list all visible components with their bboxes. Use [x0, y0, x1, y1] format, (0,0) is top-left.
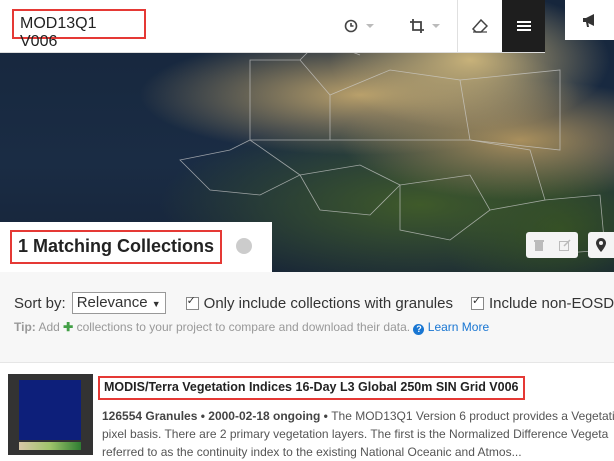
collection-result-item[interactable]: MODIS/Terra Vegetation Indices 16-Day L3… [0, 363, 614, 459]
map-marker-icon [596, 238, 606, 252]
clock-icon [344, 19, 358, 33]
eraser-icon [472, 19, 488, 33]
hamburger-menu-icon [516, 21, 531, 31]
tip-text-before: Add [38, 320, 60, 334]
toolbar-separator [457, 0, 458, 52]
matching-collections-title: 1 Matching Collections [10, 230, 223, 264]
map-tools-group [526, 232, 578, 258]
select-caret-icon: ▼ [151, 299, 161, 309]
caret-down-icon [432, 24, 440, 28]
tip-prefix: Tip: [14, 320, 36, 334]
granules-only-label: Only include collections with granules [203, 294, 453, 312]
sort-select[interactable]: Relevance ▼ [71, 292, 166, 314]
description-line-3: referred to as the continuity index to t… [102, 445, 522, 459]
notifications-button[interactable] [565, 0, 614, 40]
map-pin-button[interactable] [588, 232, 614, 258]
thumbnail-legend [19, 442, 81, 450]
help-icon: ? [413, 324, 425, 335]
search-input[interactable]: MOD13Q1 V006 [12, 9, 146, 50]
non-eosdis-label: Include non-EOSD [488, 294, 614, 312]
tip-text: Tip: Add ✚ collections to your project t… [14, 320, 489, 335]
description-line-1: The MOD13Q1 Version 6 product provides a… [331, 409, 614, 423]
spatial-filter-button[interactable] [410, 12, 442, 40]
learn-more-link[interactable]: Learn More [428, 320, 489, 334]
caret-down-icon [366, 24, 374, 28]
filters-row: Sort by: Relevance ▼ Only include collec… [14, 292, 614, 314]
clear-filters-button[interactable] [472, 12, 488, 40]
menu-button[interactable] [502, 0, 545, 52]
plus-icon: ✚ [63, 320, 74, 334]
tip-text-after: collections to your project to compare a… [76, 320, 411, 334]
trash-icon[interactable] [533, 239, 544, 251]
temporal-filter-button[interactable] [344, 12, 376, 40]
collapse-results-icon[interactable] [236, 238, 252, 254]
thumbnail-image [19, 380, 81, 440]
non-eosdis-checkbox[interactable] [470, 294, 484, 310]
megaphone-icon [582, 14, 594, 27]
sort-selected-value: Relevance [76, 294, 148, 311]
granule-count: 126554 Granules [102, 409, 198, 423]
collection-thumbnail [8, 374, 93, 455]
edit-icon[interactable] [558, 239, 571, 251]
description-line-2: pixel basis. There are 2 primary vegetat… [102, 427, 609, 441]
collection-description: 126554 Granules • 2000-02-18 ongoing • T… [102, 409, 614, 459]
search-bar: MOD13Q1 V006 [0, 0, 545, 53]
sort-label: Sort by: [14, 294, 66, 312]
collection-title[interactable]: MODIS/Terra Vegetation Indices 16-Day L3… [98, 376, 525, 400]
crop-icon [410, 19, 424, 33]
results-header: 1 Matching Collections [0, 222, 272, 272]
results-panel: Sort by: Relevance ▼ Only include collec… [0, 272, 614, 459]
granules-only-checkbox[interactable] [185, 294, 199, 310]
date-range: 2000-02-18 ongoing [208, 409, 321, 423]
